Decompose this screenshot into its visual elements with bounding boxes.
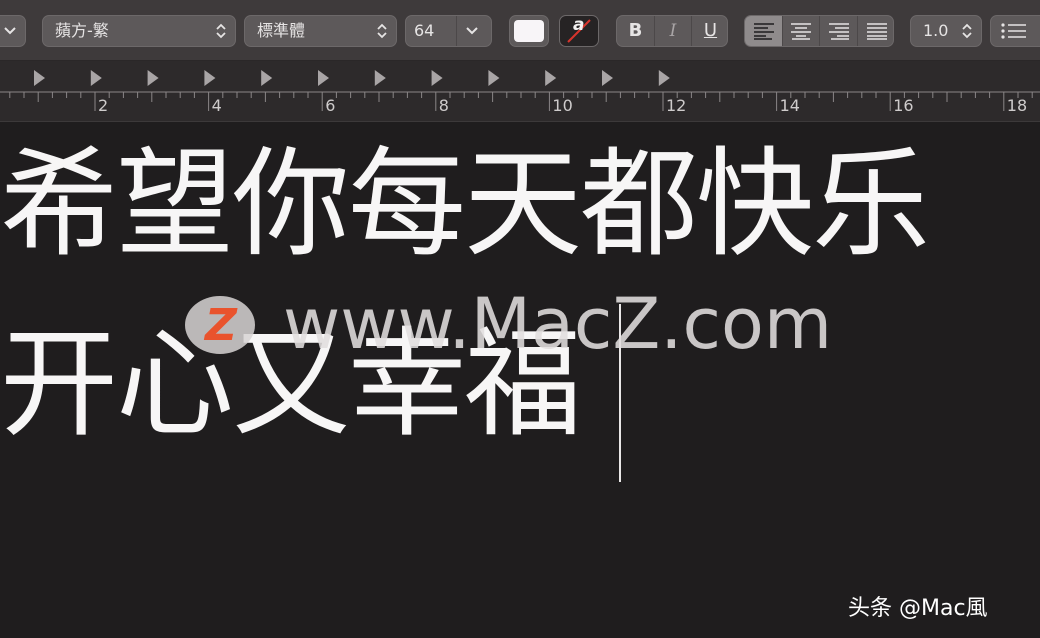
- font-style-value: 標準體: [257, 21, 306, 40]
- highlight-color-well[interactable]: a: [559, 15, 599, 47]
- align-left-icon: [753, 23, 774, 40]
- tab-stop-marker[interactable]: [147, 70, 159, 86]
- alignment-group: [744, 15, 894, 47]
- ruler[interactable]: 2 4 6 8 10 12 14 16 18: [0, 61, 1040, 122]
- align-justify-button[interactable]: [858, 16, 893, 46]
- tab-stop-marker[interactable]: [90, 70, 102, 86]
- divider: [456, 16, 457, 46]
- tab-stop-marker[interactable]: [204, 70, 216, 86]
- ruler-label: 14: [779, 96, 800, 115]
- bold-button[interactable]: B: [617, 16, 654, 46]
- italic-label: I: [669, 21, 677, 41]
- format-toolbar: 蘋方-繁 標準體 64 a B I U 1.0: [0, 0, 1040, 61]
- tab-stop-marker[interactable]: [318, 70, 329, 86]
- tab-stop-marker[interactable]: [261, 70, 273, 86]
- ruler-label: 4: [211, 96, 222, 115]
- up-down-arrows-icon: [377, 23, 387, 39]
- credit-text: 头条 @Mac風: [848, 596, 988, 621]
- underline-label: U: [703, 20, 718, 41]
- ruler-label: 12: [666, 96, 687, 115]
- font-size-combo[interactable]: 64: [405, 15, 492, 47]
- ruler-label: 10: [552, 96, 573, 115]
- chevron-down-icon[interactable]: [465, 25, 479, 37]
- ruler-label: 16: [893, 96, 914, 115]
- up-down-arrows-icon: [962, 23, 972, 39]
- document-canvas[interactable]: 希望你每天都快乐 开心又幸福: [0, 122, 1040, 638]
- tab-stop-marker[interactable]: [34, 70, 45, 86]
- ruler-label: 18: [1006, 96, 1028, 115]
- italic-button[interactable]: I: [655, 16, 691, 46]
- tab-stop-marker[interactable]: [602, 70, 613, 86]
- align-center-button[interactable]: [783, 16, 819, 46]
- ruler-ticks: [0, 70, 1040, 111]
- text-color-well[interactable]: [509, 15, 549, 47]
- font-family-popup[interactable]: 蘋方-繁: [42, 15, 236, 47]
- ruler-label: 6: [325, 96, 336, 115]
- align-justify-icon: [866, 23, 887, 40]
- align-right-icon: [828, 23, 849, 40]
- text-color-swatch: [514, 20, 544, 42]
- watermark-logo: Z: [185, 296, 255, 354]
- align-left-button[interactable]: [745, 16, 782, 46]
- ruler-label: 8: [438, 96, 449, 115]
- bold-label: B: [628, 20, 643, 41]
- font-family-value: 蘋方-繁: [55, 21, 109, 40]
- tab-stop-marker[interactable]: [488, 70, 500, 86]
- tab-stop-marker[interactable]: [545, 70, 557, 86]
- align-center-icon: [791, 23, 811, 40]
- line-spacing-popup[interactable]: 1.0: [910, 15, 982, 47]
- watermark-text: www.MacZ.com: [283, 283, 833, 365]
- list-style-popup[interactable]: [990, 15, 1040, 47]
- ruler-label: 2: [98, 96, 109, 115]
- watermark-logo-letter: Z: [205, 300, 237, 351]
- up-down-arrows-icon: [216, 23, 226, 39]
- underline-button[interactable]: U: [692, 16, 727, 46]
- bulleted-list-icon: [1001, 23, 1026, 39]
- paragraph-style-popup[interactable]: [0, 15, 26, 47]
- tab-stop-marker[interactable]: [431, 70, 443, 86]
- tab-stop-marker[interactable]: [374, 70, 386, 86]
- document-line-1[interactable]: 希望你每天都快乐: [0, 144, 930, 264]
- font-size-value[interactable]: 64: [414, 16, 434, 46]
- highlight-letter: a: [573, 15, 585, 35]
- line-spacing-value: 1.0: [923, 21, 949, 40]
- font-style-popup[interactable]: 標準體: [244, 15, 397, 47]
- chevron-down-icon: [4, 27, 16, 35]
- bius-group: B I U: [616, 15, 728, 47]
- align-right-button[interactable]: [820, 16, 857, 46]
- tab-stop-marker[interactable]: [658, 70, 670, 86]
